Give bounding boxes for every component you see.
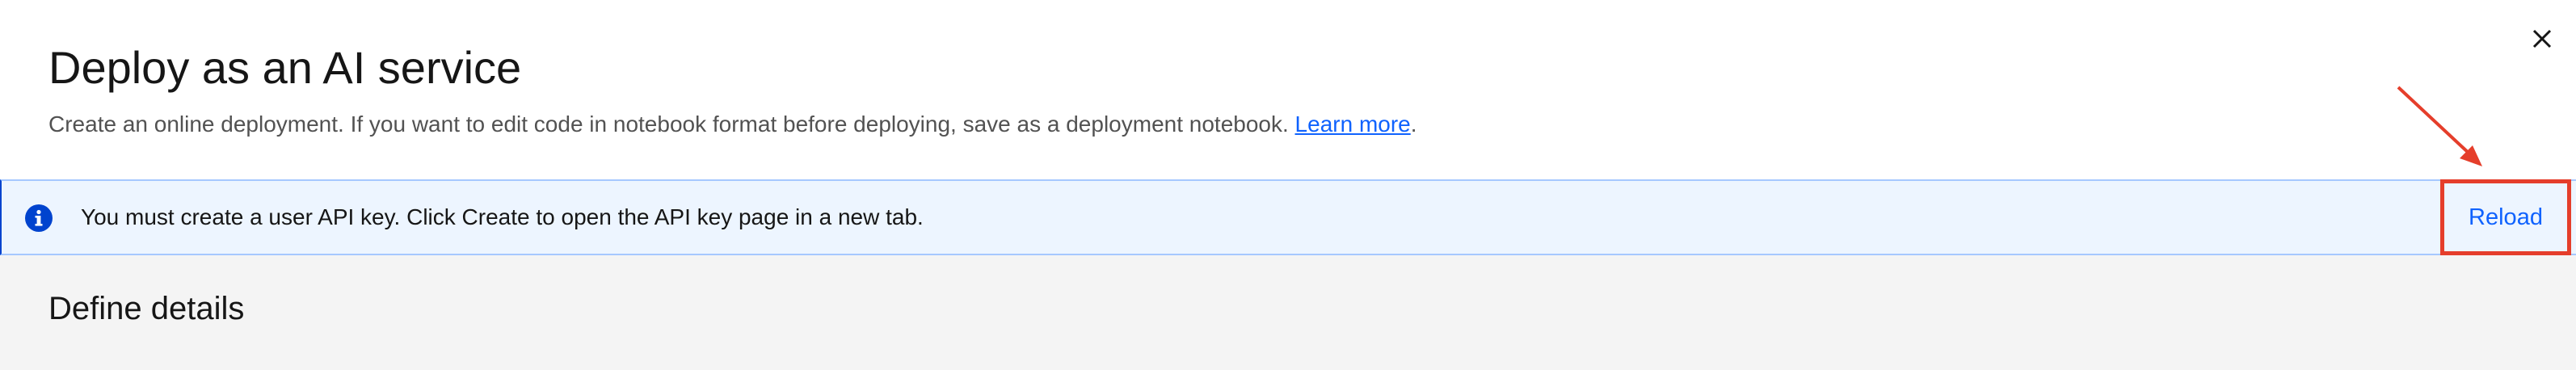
modal-description: Create an online deployment. If you want… <box>48 108 1417 141</box>
define-details-section: Define details <box>0 255 2576 370</box>
section-title: Define details <box>48 291 245 326</box>
modal-header: Deploy as an AI service Create an online… <box>0 0 2576 179</box>
reload-button[interactable]: Reload <box>2444 183 2567 251</box>
info-icon <box>25 204 53 232</box>
close-button[interactable] <box>2524 21 2560 57</box>
api-key-notification: You must create a user API key. Click Cr… <box>0 179 2576 255</box>
close-icon <box>2532 29 2552 48</box>
description-text: Create an online deployment. If you want… <box>48 111 1289 137</box>
deploy-ai-service-modal: Deploy as an AI service Create an online… <box>0 0 2576 370</box>
modal-title: Deploy as an AI service <box>48 42 522 93</box>
annotation-arrow-icon <box>2397 86 2482 166</box>
learn-more-link[interactable]: Learn more <box>1295 111 1411 137</box>
notification-message: You must create a user API key. Click Cr… <box>81 204 924 229</box>
description-suffix: . <box>1410 111 1417 137</box>
